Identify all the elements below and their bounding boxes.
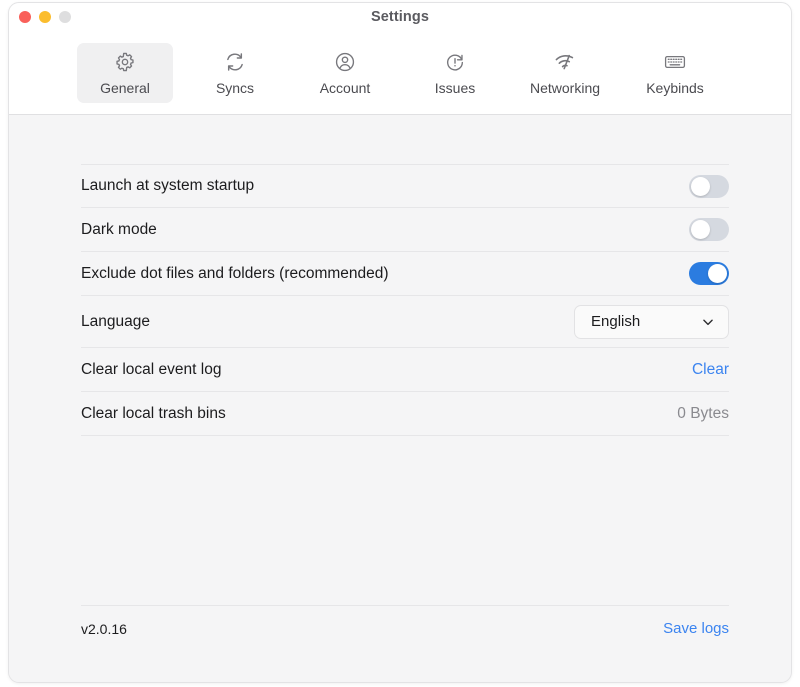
clear-trash-bins-size: 0 Bytes <box>677 404 729 422</box>
tab-networking[interactable]: Networking <box>517 43 613 103</box>
tab-syncs[interactable]: Syncs <box>187 43 283 103</box>
tab-general[interactable]: General <box>77 43 173 103</box>
tab-account[interactable]: Account <box>297 43 393 103</box>
toggle-dark-mode[interactable] <box>689 218 729 241</box>
setting-row-dark-mode: Dark mode <box>81 208 729 252</box>
setting-label-clear-trash-bins: Clear local trash bins <box>81 404 226 422</box>
settings-window: Settings General Syncs Account Issues Ne… <box>8 2 792 683</box>
tab-label-syncs: Syncs <box>215 80 255 96</box>
app-version: v2.0.16 <box>81 620 127 637</box>
settings-list: Launch at system startup Dark mode Exclu… <box>81 164 729 436</box>
setting-row-clear-trash-bins: Clear local trash bins 0 Bytes <box>81 392 729 436</box>
tab-label-general: General <box>100 80 150 96</box>
tab-issues[interactable]: Issues <box>407 43 503 103</box>
toggle-knob <box>691 220 710 239</box>
keyboard-icon <box>662 49 688 75</box>
setting-row-exclude-dot-files: Exclude dot files and folders (recommend… <box>81 252 729 296</box>
setting-row-launch-at-startup: Launch at system startup <box>81 164 729 208</box>
footer: v2.0.16 Save logs <box>81 605 729 637</box>
setting-label-dark-mode: Dark mode <box>81 220 157 238</box>
toggle-exclude-dot-files[interactable] <box>689 262 729 285</box>
setting-label-exclude-dot-files: Exclude dot files and folders (recommend… <box>81 264 389 282</box>
account-icon <box>332 49 358 75</box>
toggle-launch-at-startup[interactable] <box>689 174 729 198</box>
tab-label-networking: Networking <box>529 80 601 96</box>
setting-label-language: Language <box>81 312 150 330</box>
tab-keybinds[interactable]: Keybinds <box>627 43 723 103</box>
titlebar: Settings General Syncs Account Issues Ne… <box>9 3 791 115</box>
toolbar-tabs: General Syncs Account Issues Networking … <box>9 43 791 103</box>
save-logs-button[interactable]: Save logs <box>663 620 729 637</box>
tab-label-account: Account <box>319 80 371 96</box>
clear-event-log-button[interactable]: Clear <box>692 361 729 379</box>
setting-row-clear-event-log: Clear local event log Clear <box>81 348 729 392</box>
gear-icon <box>112 49 138 75</box>
setting-row-language: Language English <box>81 296 729 348</box>
tab-label-keybinds: Keybinds <box>646 80 704 96</box>
issues-icon <box>442 49 468 75</box>
toggle-knob <box>691 176 710 196</box>
networking-icon <box>552 49 578 75</box>
settings-content: Launch at system startup Dark mode Exclu… <box>9 115 791 682</box>
language-select-value: English <box>591 313 641 330</box>
setting-label-launch-at-startup: Launch at system startup <box>81 177 255 194</box>
chevron-down-icon <box>701 315 715 329</box>
tab-label-issues: Issues <box>434 80 476 96</box>
toggle-knob <box>708 264 727 283</box>
window-title: Settings <box>371 9 429 25</box>
language-select[interactable]: English <box>574 304 729 339</box>
sync-icon <box>222 49 248 75</box>
setting-label-clear-event-log: Clear local event log <box>81 360 222 378</box>
